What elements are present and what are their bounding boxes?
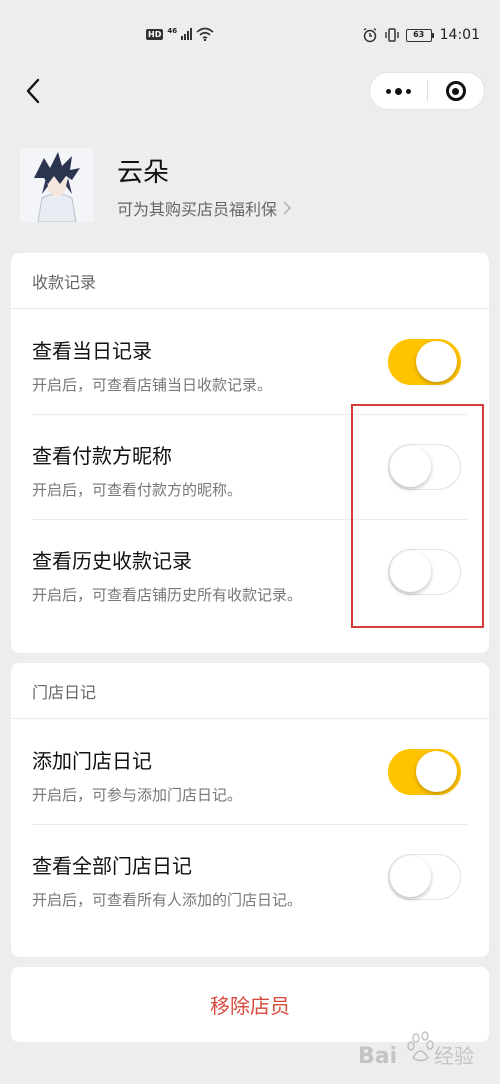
- baidu-jingyan-watermark-logo: Bai 经验: [358, 1031, 474, 1069]
- close-miniprogram-button[interactable]: [427, 72, 484, 110]
- section-payment-records: 收款记录 查看当日记录 开启后，可查看店铺当日收款记录。 查看付款方昵称 开启后…: [11, 253, 489, 653]
- wifi-icon: [196, 27, 214, 41]
- welfare-link-label: 可为其购买店员福利保: [117, 200, 278, 219]
- toggle-knob: [390, 551, 431, 592]
- target-close-icon: [445, 81, 466, 101]
- toggle-knob: [416, 751, 457, 792]
- chevron-right-icon: [283, 201, 292, 215]
- staff-name: 云朵: [117, 158, 170, 188]
- svg-text:Bai: Bai: [358, 1044, 397, 1069]
- setting-row: 添加门店日记 开启后，可参与添加门店日记。: [11, 719, 489, 824]
- toggle-switch[interactable]: [388, 549, 461, 595]
- setting-description: 开启后，可查看店铺历史所有收款记录。: [32, 586, 303, 604]
- svg-text:经验: 经验: [434, 1044, 474, 1068]
- more-dots-icon: [385, 87, 411, 95]
- setting-description: 开启后，可参与添加门店日记。: [32, 786, 243, 804]
- setting-description: 开启后，可查看付款方的昵称。: [32, 481, 243, 499]
- toggle-switch[interactable]: [388, 749, 461, 795]
- section-store-diary: 门店日记 添加门店日记 开启后，可参与添加门店日记。 查看全部门店日记 开启后，…: [11, 663, 489, 957]
- mini-program-capsule: [369, 72, 485, 110]
- toggle-switch[interactable]: [388, 444, 461, 490]
- vibrate-icon: [384, 28, 399, 42]
- setting-title: 查看历史收款记录: [32, 549, 192, 573]
- nav-bar: [0, 72, 500, 112]
- setting-title: 查看付款方昵称: [32, 444, 172, 468]
- chevron-left-icon: [26, 78, 40, 104]
- status-system-group: 63 14:01: [362, 27, 480, 43]
- avatar: [20, 148, 94, 222]
- toggle-knob: [390, 446, 431, 487]
- more-button[interactable]: [370, 72, 427, 110]
- setting-row: 查看全部门店日记 开启后，可查看所有人添加的门店日记。: [11, 824, 489, 957]
- section-header: 收款记录: [11, 253, 489, 309]
- setting-description: 开启后，可查看店铺当日收款记录。: [32, 376, 273, 394]
- back-button[interactable]: [18, 76, 48, 106]
- setting-row: 查看付款方昵称 开启后，可查看付款方的昵称。: [11, 414, 489, 519]
- status-bar: HD 46 63 14:01: [0, 0, 500, 72]
- hd-badge: HD: [146, 28, 164, 40]
- setting-description: 开启后，可查看所有人添加的门店日记。: [32, 891, 303, 909]
- welfare-link[interactable]: 可为其购买店员福利保: [117, 196, 292, 220]
- setting-row: 查看当日记录 开启后，可查看店铺当日收款记录。: [11, 309, 489, 414]
- setting-row: 查看历史收款记录 开启后，可查看店铺历史所有收款记录。: [11, 519, 489, 652]
- status-time: 14:01: [439, 27, 480, 43]
- status-network-group: HD 46: [146, 27, 214, 41]
- alarm-icon: [363, 27, 377, 43]
- toggle-knob: [416, 341, 457, 382]
- staff-profile: 云朵 可为其购买店员福利保: [20, 148, 480, 222]
- setting-title: 查看全部门店日记: [32, 854, 192, 878]
- battery-level: 63: [405, 28, 432, 42]
- signal-icon: [181, 28, 193, 40]
- toggle-switch[interactable]: [388, 854, 461, 900]
- setting-title: 添加门店日记: [32, 749, 152, 773]
- setting-title: 查看当日记录: [32, 339, 152, 363]
- toggle-knob: [390, 856, 431, 897]
- toggle-switch[interactable]: [388, 339, 461, 385]
- network-type: 46: [167, 26, 178, 35]
- battery-icon: 63: [405, 28, 434, 42]
- section-header: 门店日记: [11, 663, 489, 719]
